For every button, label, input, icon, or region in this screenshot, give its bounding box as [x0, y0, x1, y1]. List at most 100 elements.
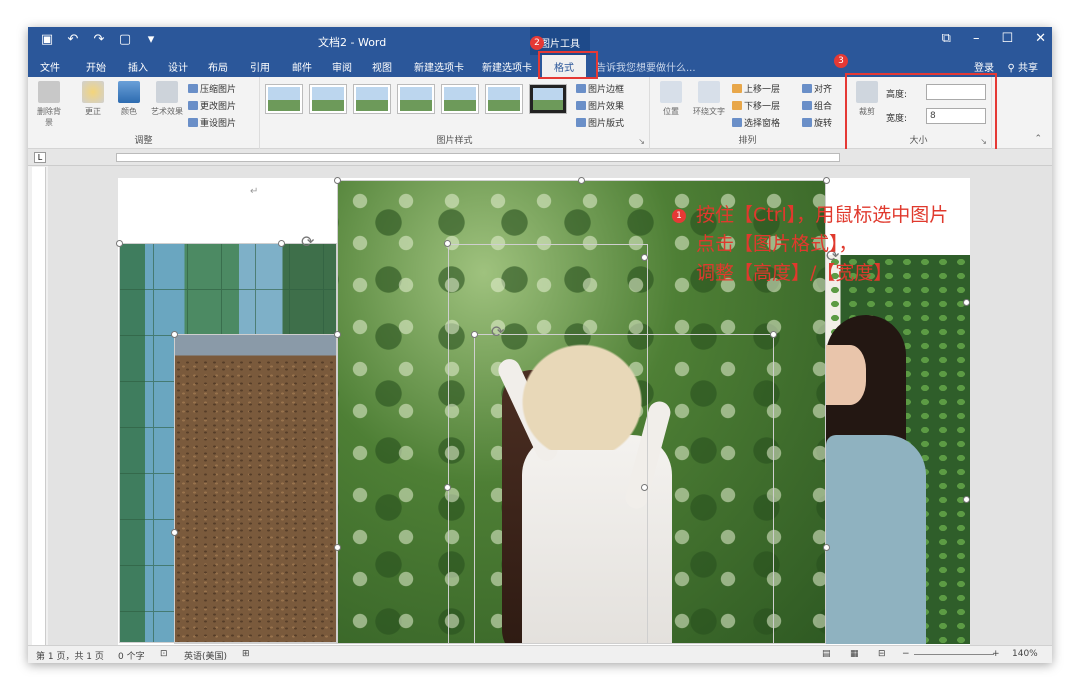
- picture-style-7[interactable]: [530, 85, 566, 113]
- language[interactable]: 英语(美国): [184, 649, 227, 662]
- zoom-level[interactable]: 140%: [1012, 649, 1038, 659]
- word-count[interactable]: 0 个字: [118, 649, 145, 662]
- tab-mailings[interactable]: 邮件: [292, 59, 312, 74]
- align-button[interactable]: 对齐: [802, 82, 832, 95]
- resize-handle[interactable]: [334, 331, 341, 338]
- picture-layout-button[interactable]: 图片版式: [576, 116, 624, 129]
- ruler-track[interactable]: [116, 153, 840, 162]
- zoom-out-icon[interactable]: −: [902, 649, 910, 659]
- minimize-icon[interactable]: –: [973, 31, 980, 46]
- resize-handle[interactable]: [963, 299, 970, 306]
- picture-style-6[interactable]: [486, 85, 522, 113]
- picture-style-3[interactable]: [354, 85, 390, 113]
- zoom-slider[interactable]: [914, 654, 994, 655]
- resize-handle[interactable]: [278, 240, 285, 247]
- picture-style-4[interactable]: [398, 85, 434, 113]
- compress-pictures-button[interactable]: 压缩图片: [188, 82, 236, 95]
- tab-new-1[interactable]: 新建选项卡: [414, 59, 464, 74]
- bring-forward-icon: [732, 84, 742, 93]
- resize-handle[interactable]: [444, 484, 451, 491]
- tab-home[interactable]: 开始: [86, 59, 106, 74]
- picture-border-button[interactable]: 图片边框: [576, 82, 624, 95]
- bring-forward-button[interactable]: 上移一层: [732, 82, 780, 95]
- wrap-text-button[interactable]: 环绕文字: [690, 81, 728, 117]
- proofing-icon[interactable]: ⊡: [160, 649, 168, 659]
- resize-handle[interactable]: [334, 544, 341, 551]
- remove-background-label: 删除背景: [37, 107, 61, 127]
- reset-picture-button[interactable]: 重设图片: [188, 116, 236, 129]
- send-backward-button[interactable]: 下移一层: [732, 99, 780, 112]
- save-icon[interactable]: ▣: [38, 32, 56, 47]
- ribbon-display-icon[interactable]: ⧉: [942, 31, 951, 46]
- rotate-button[interactable]: 旋转: [802, 116, 832, 129]
- compress-icon: [188, 84, 198, 93]
- tell-me-search[interactable]: 告诉我您想要做什么...: [596, 59, 696, 74]
- maximize-icon[interactable]: ☐: [1001, 31, 1013, 46]
- resize-handle[interactable]: [444, 240, 451, 247]
- change-picture-button[interactable]: 更改图片: [188, 99, 236, 112]
- read-mode-icon[interactable]: ▤: [822, 649, 831, 659]
- annotation-line-1-text: 按住【Ctrl】，用鼠标选中图片: [696, 204, 949, 226]
- resize-handle[interactable]: [823, 177, 830, 184]
- share-label: 共享: [1018, 63, 1038, 74]
- resize-handle[interactable]: [578, 177, 585, 184]
- badge-1: 1: [672, 209, 686, 223]
- tab-new-2[interactable]: 新建选项卡: [482, 59, 532, 74]
- picture-style-5[interactable]: [442, 85, 478, 113]
- document-title: 文档2 - Word: [318, 36, 387, 49]
- group-button[interactable]: 组合: [802, 99, 832, 112]
- align-label: 对齐: [814, 85, 833, 95]
- resize-handle[interactable]: [823, 544, 830, 551]
- tab-view[interactable]: 视图: [372, 59, 392, 74]
- annotation-line-1: 1 按住【Ctrl】，用鼠标选中图片: [672, 201, 948, 230]
- page-count[interactable]: 第 1 页，共 1 页: [36, 649, 104, 662]
- resize-handle[interactable]: [963, 496, 970, 503]
- rotate-handle-icon[interactable]: ⟳: [491, 322, 504, 341]
- art-effect-button[interactable]: 艺术效果: [150, 81, 184, 117]
- picture-woman-coat[interactable]: [826, 255, 970, 644]
- resize-handle[interactable]: [171, 331, 178, 338]
- remove-background-button[interactable]: 删除背景: [34, 81, 64, 128]
- resize-handle[interactable]: [471, 331, 478, 338]
- right-woman-coat: [826, 435, 926, 644]
- redo-icon[interactable]: ↷: [90, 32, 108, 47]
- resize-handle[interactable]: [116, 240, 123, 247]
- rotate-handle-icon[interactable]: ⟳: [301, 232, 314, 251]
- selection-pane-button[interactable]: 选择窗格: [732, 116, 780, 129]
- group-picture-styles-label: 图片样式: [436, 136, 473, 146]
- color-button[interactable]: 颜色: [114, 81, 144, 117]
- resize-handle[interactable]: [770, 331, 777, 338]
- resize-handle[interactable]: [171, 529, 178, 536]
- picture-effects-button[interactable]: 图片效果: [576, 99, 624, 112]
- undo-icon[interactable]: ↶: [64, 32, 82, 47]
- tab-file[interactable]: 文件: [40, 59, 60, 74]
- resize-handle[interactable]: [334, 177, 341, 184]
- tab-insert[interactable]: 插入: [128, 59, 148, 74]
- tab-review[interactable]: 审阅: [332, 59, 352, 74]
- zoom-in-icon[interactable]: +: [992, 649, 1000, 659]
- new-doc-icon[interactable]: ▢: [116, 32, 134, 47]
- group-arrange-label: 排列: [738, 136, 757, 146]
- position-button[interactable]: 位置: [656, 81, 686, 117]
- print-layout-icon[interactable]: ▦: [850, 649, 859, 659]
- rotate-label: 旋转: [814, 119, 833, 129]
- share-button[interactable]: ⚲ 共享: [1007, 59, 1038, 74]
- tab-design[interactable]: 设计: [168, 59, 188, 74]
- resize-handle[interactable]: [641, 254, 648, 261]
- picture-style-2[interactable]: [310, 85, 346, 113]
- macro-icon[interactable]: ⊞: [242, 649, 250, 659]
- login-link[interactable]: 登录: [974, 59, 994, 74]
- resize-handle[interactable]: [641, 484, 648, 491]
- tab-selector-icon[interactable]: L: [34, 152, 46, 163]
- styles-dialog-launcher-icon[interactable]: ↘: [638, 137, 645, 146]
- customize-icon[interactable]: ▾: [142, 32, 160, 47]
- selection-box-ground: [174, 334, 337, 644]
- collapse-ribbon-icon[interactable]: ⌃: [1034, 134, 1042, 144]
- tab-references[interactable]: 引用: [250, 59, 270, 74]
- close-icon[interactable]: ✕: [1035, 31, 1046, 46]
- tab-layout[interactable]: 布局: [208, 59, 228, 74]
- rotate-icon: [802, 118, 812, 127]
- correct-button[interactable]: 更正: [78, 81, 108, 117]
- picture-style-1[interactable]: [266, 85, 302, 113]
- web-layout-icon[interactable]: ⊟: [878, 649, 886, 659]
